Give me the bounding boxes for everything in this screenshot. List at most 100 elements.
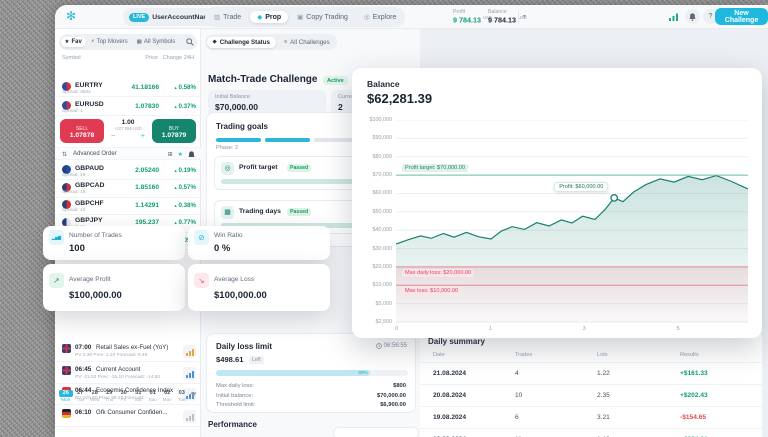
tab-all-challenges[interactable]: ≡ All Challenges <box>278 37 336 48</box>
quick-trade-box: SELL 1.07878 1.00 +107 889 USD − + BUY 1… <box>55 117 201 146</box>
top-navigation-bar: ✻ LIVE UserAccountName ▾ ▥ Trade ◆ Prop … <box>55 5 768 29</box>
calendar-day-28[interactable]: 28Wed <box>88 390 102 405</box>
nav-tab-explore[interactable]: ◎ Explore <box>357 11 403 23</box>
watchlist-tab-all-symbols[interactable]: ▦All Symbols <box>133 37 180 47</box>
calendar-day-30[interactable]: 30Fri <box>117 390 131 405</box>
volume-increase-button[interactable]: + <box>141 133 145 140</box>
row-label: Initial balance: <box>216 393 253 399</box>
status-badge: Active <box>323 76 348 85</box>
timer-value: 06:56:55 <box>384 343 407 349</box>
notifications-bell-icon[interactable] <box>685 9 700 24</box>
star-icon: ★ <box>65 39 70 45</box>
performance-title: Performance <box>208 420 257 429</box>
symbol-row-eurtry[interactable]: EURTRY Spread: 3502 41.18166 ▴ 0.58% <box>55 79 201 97</box>
grid-icon: ▦ <box>137 39 142 45</box>
symbol-row-gbpchf[interactable]: GBPCHF Spread: 10 1.14291 ▴ 0.38% <box>55 197 201 215</box>
symbol-spread: Spread: 1 <box>62 109 83 114</box>
advanced-order-row[interactable]: ⇅ Advanced Order ⊞ ★ <box>55 147 201 160</box>
table-row[interactable]: 21.08.2024 4 1.22 +$161.33 <box>420 362 762 384</box>
list-icon: ≡ <box>284 39 287 45</box>
country-flag-icon <box>62 366 71 375</box>
favorite-star-icon[interactable]: ★ <box>178 151 183 159</box>
chart-tooltip: Profit: $60,000.00 <box>554 182 608 192</box>
calendar-day-27[interactable]: 27Tue <box>74 390 88 405</box>
symbol-price: 41.18166 <box>131 84 159 91</box>
nav-tab-trade[interactable]: ▥ Trade <box>207 11 248 23</box>
arrow-up-icon: ▴ <box>174 203 176 208</box>
row-value: $6,900.00 <box>380 402 406 408</box>
news-time: 06:45 <box>75 366 91 373</box>
trend-up-icon: ↗ <box>49 273 64 288</box>
search-icon[interactable] <box>186 38 194 46</box>
divider <box>518 11 519 23</box>
arrow-up-icon: ▴ <box>174 168 176 173</box>
y-axis-label: $90,000 <box>354 135 392 141</box>
nav-tab-prop[interactable]: ◆ Prop <box>250 11 288 23</box>
y-axis-label: $40,000 <box>354 227 392 233</box>
stat-value: 100 <box>69 243 85 254</box>
sell-button[interactable]: SELL 1.07878 <box>60 119 104 143</box>
buy-button[interactable]: BUY 1.07879 <box>152 119 196 143</box>
y-axis-label: $80,000 <box>354 154 392 160</box>
symbol-change: ▴ 0.38% <box>174 202 196 209</box>
news-detail: PV -21.03 Prev: -15.10 Forecast: -14.50 <box>75 375 160 380</box>
table-row[interactable]: 19.08.2024 6 3.21 -$154.65 <box>420 406 762 428</box>
watchlist-tab-top-movers[interactable]: ⚡Top Movers <box>87 37 132 47</box>
symbol-price: 1.85160 <box>135 184 159 191</box>
performance-range-selector[interactable] <box>333 427 419 437</box>
bar-chart-icon: ▂▅▇ <box>49 230 64 245</box>
balance-panel-value: $62,281.39 <box>367 91 432 106</box>
calendar-day-29[interactable]: 29Thu <box>103 390 117 405</box>
news-item[interactable]: 06:45 Current Account PV -21.03 Prev: -1… <box>55 363 201 384</box>
symbol-row-eurusd[interactable]: EURUSD Spread: 1 1.07830 ▴ 0.37% <box>55 98 201 116</box>
alert-bell-icon[interactable] <box>188 151 195 159</box>
account-details-chevron-icon[interactable]: ▾ <box>523 13 526 20</box>
challenge-title: Match-Trade Challenge <box>208 74 317 85</box>
calculator-icon[interactable]: ⊞ <box>168 151 173 159</box>
phase-segment <box>265 138 310 142</box>
column-symbol: Symbol <box>62 55 81 61</box>
cell-lots: 1.22 <box>597 370 610 377</box>
table-row[interactable]: 18.08.2024 11 1.13 +$234.81 <box>420 428 762 437</box>
cell-lots: 2.35 <box>597 392 610 399</box>
balance-chart-panel: Balance $62,281.39 $100,000$90,000$80,00… <box>352 68 762 338</box>
app-logo-snowflake-icon[interactable]: ✻ <box>66 9 76 23</box>
chart-annotation: Max loss: $10,000.00 <box>402 287 461 295</box>
trading-goals-title: Trading goals <box>216 122 268 131</box>
new-challenge-button[interactable]: New Challenge <box>715 8 768 25</box>
row-label: Threshold limit: <box>216 402 255 408</box>
symbol-name: EURTRY <box>75 82 103 89</box>
tab-challenge-status[interactable]: ◆ Challenge Status <box>207 37 276 48</box>
connection-signal-icon <box>669 13 679 21</box>
symbol-row-gbpcad[interactable]: GBPCAD Spread: 15 1.85160 ▴ 0.57% <box>55 180 201 198</box>
watchlist-tab-fav[interactable]: ★Fav <box>61 37 86 47</box>
sell-price: 1.07878 <box>60 132 104 139</box>
nav-label: Copy Trading <box>306 14 348 21</box>
news-time: 07:00 <box>75 344 91 351</box>
table-row[interactable]: 20.08.2024 10 2.35 +$202.43 <box>420 384 762 406</box>
volume-value[interactable]: 1.00 <box>107 119 149 126</box>
col-date: Date <box>433 352 445 358</box>
arrow-up-icon: ▴ <box>174 85 176 90</box>
volume-decrease-button[interactable]: − <box>111 133 115 140</box>
calendar-day-01[interactable]: 01Sun <box>146 390 160 405</box>
stat-label: Average Profit <box>69 276 111 283</box>
filter-funnel-icon[interactable] <box>190 392 197 405</box>
news-item[interactable]: 07:00 Retail Sales ex-Fuel (YoY) PV 2.39… <box>55 341 201 362</box>
daily-loss-row: Threshold limit: $6,900.00 <box>216 402 406 408</box>
goal-label: Profit target <box>239 164 278 171</box>
calendar-day-31[interactable]: 31Sat <box>132 390 146 405</box>
calendar-day-02[interactable]: 02Mon <box>161 390 175 405</box>
daily-loss-left-value: $498.61 <box>216 355 243 364</box>
daily-loss-title: Daily loss limit <box>216 342 272 351</box>
calendar-day-03[interactable]: 03Tue <box>175 390 189 405</box>
chart-marker <box>611 195 617 201</box>
news-item[interactable]: 06:10 Gfk Consumer Confiden... <box>55 406 201 427</box>
symbol-row-gbpaud[interactable]: GBPAUD Spread: 19 2.05240 ▴ 0.19% <box>55 162 201 180</box>
challenge-tabs: ◆ Challenge Status ≡ All Challenges <box>205 34 337 50</box>
nav-tab-copy-trading[interactable]: ▣ Copy Trading <box>290 11 355 23</box>
daily-loss-progress-fill: 80% <box>216 370 370 376</box>
calendar-day-26[interactable]: 26Mon <box>59 390 73 405</box>
y-axis-label: $100,000 <box>354 117 392 123</box>
symbol-spread: Spread: 10 <box>62 208 85 213</box>
